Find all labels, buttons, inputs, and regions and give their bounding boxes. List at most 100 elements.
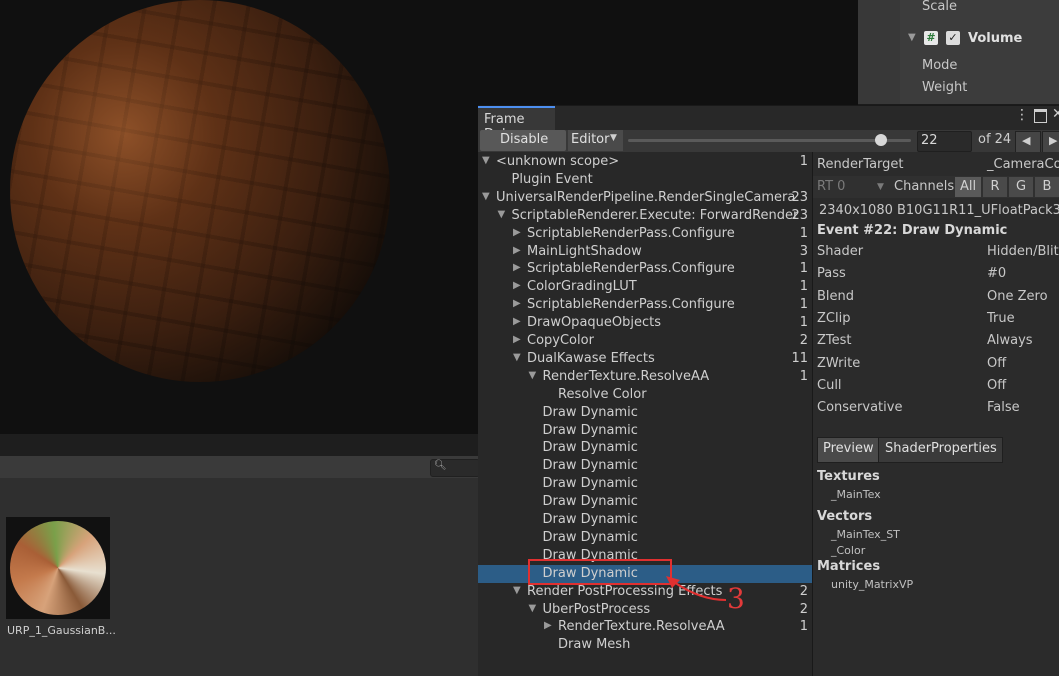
tree-row-label: Draw Dynamic xyxy=(542,476,638,492)
collapsed-arrow-icon[interactable]: ▶ xyxy=(544,620,552,631)
tree-row-label: CopyColor xyxy=(527,333,594,348)
property-value: One Zero xyxy=(987,288,1048,304)
property-name: Pass xyxy=(817,266,846,282)
tree-row-count: 1 xyxy=(799,315,808,331)
matrices-heading: Matrices xyxy=(817,559,881,574)
property-value: Always xyxy=(987,333,1033,349)
expanded-arrow-icon[interactable]: ▼ xyxy=(513,585,521,596)
tree-row[interactable]: Plugin Event xyxy=(478,171,812,189)
channel-r-button[interactable]: R xyxy=(983,177,1007,197)
expanded-arrow-icon[interactable]: ▼ xyxy=(482,191,490,202)
tree-row[interactable]: ▶ RenderTexture.ResolveAA 1 xyxy=(478,618,812,636)
prev-frame-button[interactable]: ◀ xyxy=(1015,131,1041,153)
tree-row[interactable]: ▼ UniversalRenderPipeline.RenderSingleCam… xyxy=(478,189,812,207)
disable-button[interactable]: Disable xyxy=(480,130,566,151)
tree-row[interactable]: Draw Dynamic xyxy=(478,422,812,440)
expanded-arrow-icon[interactable]: ▼ xyxy=(482,155,490,166)
tree-row[interactable]: Draw Dynamic xyxy=(478,404,812,422)
annotation-arrow xyxy=(666,576,727,601)
property-value: Hidden/Blit( xyxy=(987,244,1059,259)
collapsed-arrow-icon[interactable]: ▶ xyxy=(513,316,521,327)
collapsed-arrow-icon[interactable]: ▶ xyxy=(513,227,521,238)
expanded-arrow-icon[interactable]: ▼ xyxy=(529,603,537,614)
volume-foldout-icon[interactable]: ▼ xyxy=(908,32,916,43)
arrow-left-icon: ◀ xyxy=(1022,134,1031,147)
tree-row[interactable]: ▶ CopyColor 2 xyxy=(478,332,812,350)
expanded-arrow-icon[interactable]: ▼ xyxy=(529,370,537,381)
rt-dropdown-chevron-icon: ▼ xyxy=(877,182,884,192)
collapsed-arrow-icon[interactable]: ▶ xyxy=(513,262,521,273)
tree-row[interactable]: ▼ <unknown scope> 1 xyxy=(478,153,812,171)
tree-row[interactable]: ▶ ColorGradingLUT 1 xyxy=(478,278,812,296)
tree-row-count: 1 xyxy=(799,297,808,313)
property-value: Off xyxy=(987,355,1007,371)
tree-row[interactable]: Draw Dynamic xyxy=(478,457,812,475)
tree-row-label: DualKawase Effects xyxy=(527,350,655,366)
collapsed-arrow-icon[interactable]: ▶ xyxy=(513,245,521,256)
sphere-render xyxy=(10,0,390,382)
tree-row[interactable]: ▶ ScriptableRenderPass.Configure 1 xyxy=(478,260,812,278)
tree-row[interactable]: ▶ MainLightShadow 3 xyxy=(478,243,812,261)
property-value: Off xyxy=(987,377,1007,393)
script-icon: # xyxy=(924,31,938,45)
event-title: Event #22: Draw Dynamic xyxy=(817,223,1008,238)
collapsed-arrow-icon[interactable]: ▶ xyxy=(513,298,521,309)
tree-row-count: 3 xyxy=(799,243,808,259)
tree-row[interactable]: ▼ DualKawase Effects 11 xyxy=(478,350,812,368)
tree-row-label: Draw Dynamic xyxy=(542,404,638,420)
channel-all-button[interactable]: All xyxy=(955,177,981,197)
tree-row-label: ColorGradingLUT xyxy=(527,279,637,295)
enabled-checkbox[interactable]: ✓ xyxy=(946,31,960,45)
tree-row[interactable]: ▶ DrawOpaqueObjects 1 xyxy=(478,314,812,332)
tree-row[interactable]: Draw Dynamic xyxy=(478,529,812,547)
tree-row[interactable]: Draw Dynamic xyxy=(478,439,812,457)
tree-row[interactable]: ▼ Render PostProcessing Effects 2 xyxy=(478,583,812,601)
disable-button-label: Disable xyxy=(500,132,549,147)
close-icon[interactable]: ✕ xyxy=(1052,106,1059,122)
rt-dropdown[interactable]: RT 0 xyxy=(817,179,845,194)
frame-index-field[interactable]: 22 xyxy=(917,131,972,152)
frame-slider-thumb[interactable] xyxy=(875,134,887,146)
tree-row-label: Plugin Event xyxy=(511,171,593,187)
tree-row[interactable]: Draw Dynamic xyxy=(478,475,812,493)
tree-row[interactable]: Draw Mesh xyxy=(478,636,812,654)
channel-b-button[interactable]: B xyxy=(1035,177,1059,197)
property-value: False xyxy=(987,400,1020,416)
arrow-right-icon: ▶ xyxy=(1049,134,1058,147)
tab-frame-debug[interactable]: Frame Debug xyxy=(478,106,555,142)
frame-slider-track[interactable] xyxy=(628,139,911,142)
collapsed-arrow-icon[interactable]: ▶ xyxy=(513,280,521,291)
property-name: ZTest xyxy=(817,333,852,349)
tab-shader-properties[interactable]: ShaderProperties xyxy=(878,437,1003,463)
tree-row-count: 2 xyxy=(799,601,808,617)
next-frame-button[interactable]: ▶ xyxy=(1042,131,1059,153)
tree-row-count: 11 xyxy=(791,350,808,366)
tree-row-label: UberPostProcess xyxy=(542,601,651,617)
volume-label: Volume xyxy=(968,31,1023,46)
tree-row[interactable]: ▶ ScriptableRenderPass.Configure 1 xyxy=(478,296,812,314)
tree-row[interactable]: Draw Dynamic xyxy=(478,511,812,529)
tree-row[interactable]: ▶ ScriptableRenderPass.Configure 1 xyxy=(478,225,812,243)
expanded-arrow-icon[interactable]: ▼ xyxy=(513,352,521,363)
search-input[interactable]: 🔍︎ xyxy=(430,459,480,477)
tree-row-label: ScriptableRenderPass.Configure xyxy=(527,297,735,313)
tree-row[interactable]: ▼ RenderTexture.ResolveAA 1 xyxy=(478,368,812,386)
collapsed-arrow-icon[interactable]: ▶ xyxy=(513,334,521,345)
tree-row[interactable]: ▼ ScriptableRenderer.Execute: ForwardRend… xyxy=(478,207,812,225)
tree-row[interactable]: Resolve Color xyxy=(478,386,812,404)
editor-dropdown[interactable]: Editor ▼ xyxy=(568,130,623,151)
tree-row-label: Draw Dynamic xyxy=(542,529,638,545)
annotation-highlight-box xyxy=(528,559,672,585)
tree-row[interactable]: ▼ UberPostProcess 2 xyxy=(478,601,812,619)
more-options-icon[interactable]: ⋮ xyxy=(1015,107,1029,123)
texture-item: _MainTex xyxy=(831,488,881,501)
tree-row[interactable]: Draw Dynamic xyxy=(478,493,812,511)
expanded-arrow-icon[interactable]: ▼ xyxy=(498,209,506,220)
tree-row-label: Draw Dynamic xyxy=(542,458,638,474)
channel-g-button[interactable]: G xyxy=(1009,177,1033,197)
tab-preview[interactable]: Preview xyxy=(817,437,879,463)
asset-preview-sphere xyxy=(10,521,106,615)
render-target-value[interactable]: _CameraCo xyxy=(987,157,1059,172)
maximize-icon[interactable] xyxy=(1034,109,1047,123)
project-header xyxy=(0,456,478,478)
